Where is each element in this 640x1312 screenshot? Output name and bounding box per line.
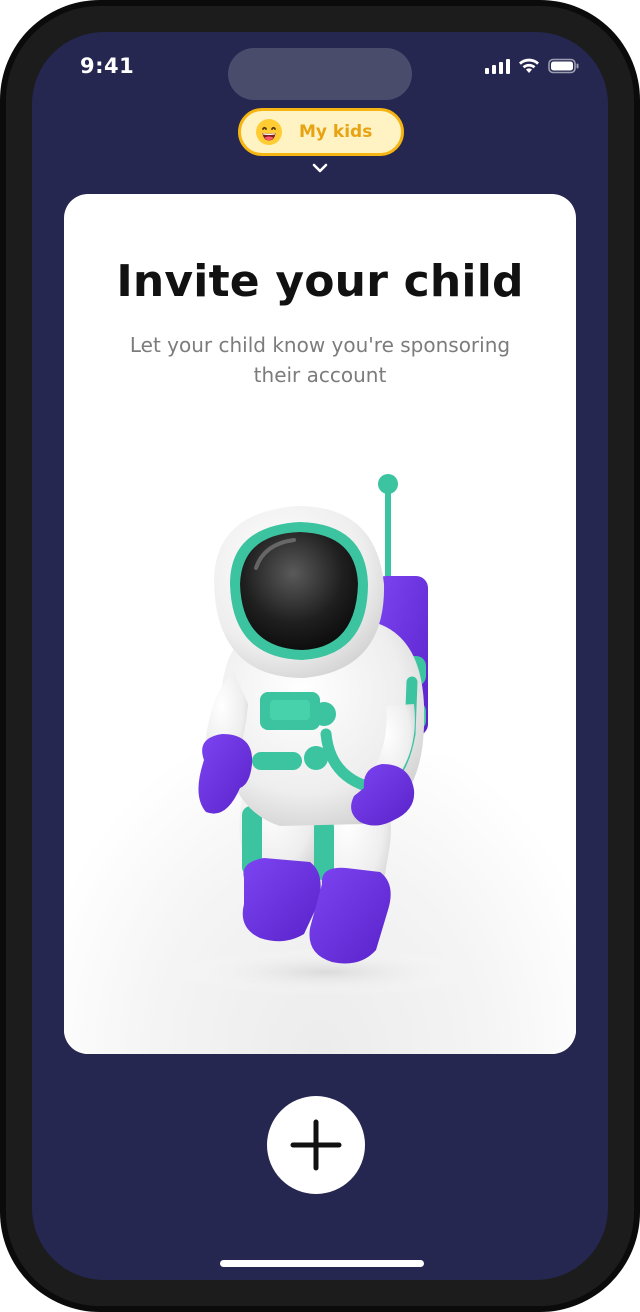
astronaut-illustration xyxy=(176,474,476,994)
signal-icon xyxy=(485,58,510,74)
add-child-button[interactable] xyxy=(267,1096,365,1194)
invite-child-card[interactable]: Invite your child Let your child know yo… xyxy=(64,194,576,1054)
plus-icon xyxy=(290,1119,342,1171)
kid-selector-button[interactable]: My kids xyxy=(238,108,404,156)
card-title: Invite your child xyxy=(116,256,524,307)
card-subtitle: Let your child know you're sponsoring th… xyxy=(129,333,511,387)
status-time: 9:41 xyxy=(80,54,135,78)
kid-selector-label: My kids xyxy=(299,122,373,142)
grinning-face-icon xyxy=(256,119,282,145)
battery-icon xyxy=(548,58,580,74)
phone-frame: 9:41 My kids Invite your child Let your … xyxy=(0,0,640,1312)
dynamic-island xyxy=(228,48,412,100)
status-icons xyxy=(485,56,580,76)
chevron-down-icon[interactable] xyxy=(311,162,329,174)
wifi-icon xyxy=(518,58,540,74)
app-screen: 9:41 My kids Invite your child Let your … xyxy=(32,32,608,1280)
home-indicator[interactable] xyxy=(220,1260,424,1267)
